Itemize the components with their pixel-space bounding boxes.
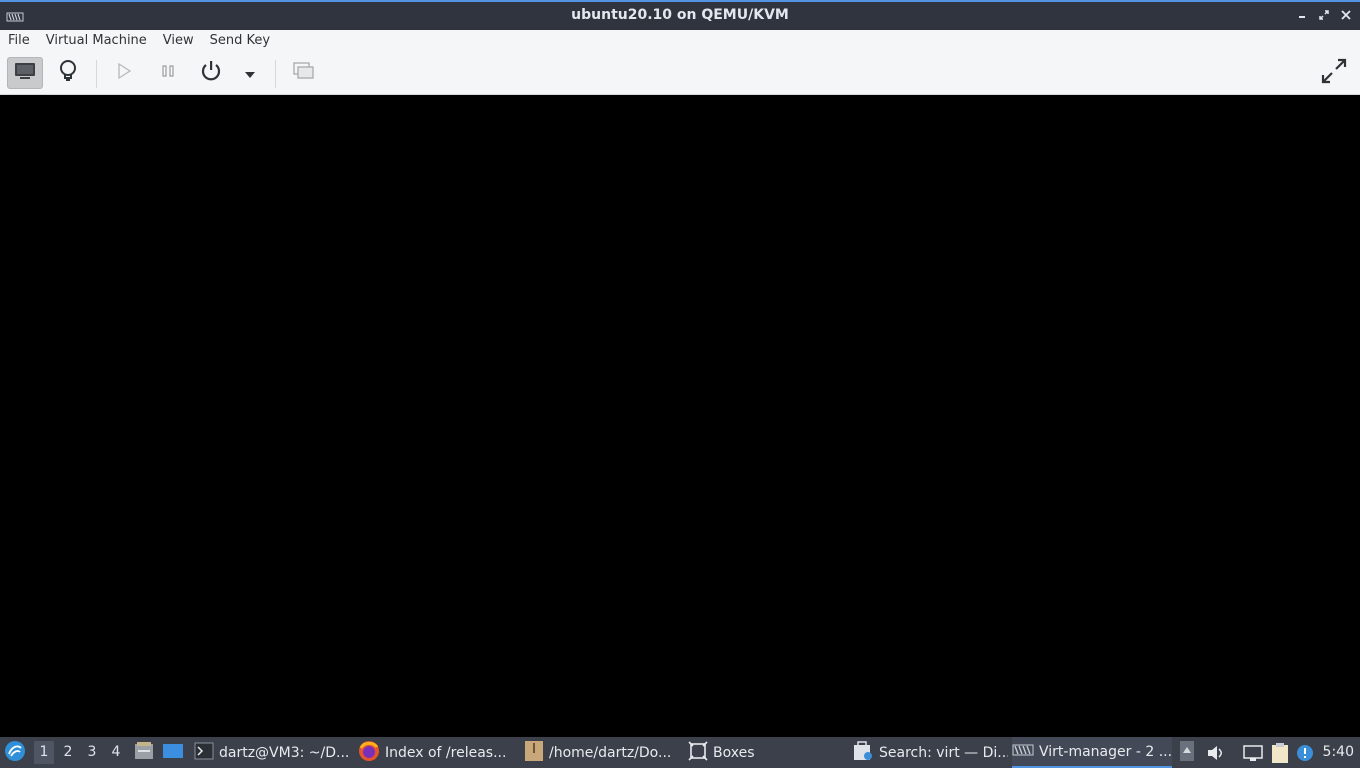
tray-arrow-icon: [1180, 740, 1194, 765]
network-icon[interactable]: [1242, 737, 1264, 768]
task-terminal[interactable]: dartz@VM3: ~/D...: [194, 737, 350, 768]
monitor-icon: [14, 62, 36, 84]
power-icon: [200, 60, 222, 86]
window-title: ubuntu20.10 on QEMU/KVM: [571, 7, 789, 23]
menu-virtual-machine[interactable]: Virtual Machine: [38, 30, 155, 52]
task-label: Search: virt — Di...: [879, 744, 1008, 761]
run-button[interactable]: [106, 57, 142, 89]
workspace-2[interactable]: 2: [58, 741, 78, 764]
task-label: dartz@VM3: ~/D...: [219, 744, 350, 761]
virt-manager-icon: [1012, 742, 1034, 762]
task-software-search[interactable]: Search: virt — Di...: [852, 737, 1008, 768]
show-desktop-button[interactable]: [162, 737, 184, 768]
lubuntu-logo-icon: [4, 740, 26, 766]
archive-icon: [524, 740, 544, 766]
boxes-icon: [688, 740, 708, 765]
menu-file[interactable]: File: [0, 30, 38, 52]
task-boxes[interactable]: Boxes: [688, 737, 768, 768]
task-firefox[interactable]: Index of /releas...: [358, 737, 516, 768]
task-label: Index of /releas...: [385, 744, 507, 761]
volume-icon[interactable]: [1206, 737, 1226, 768]
maximize-icon[interactable]: [1316, 7, 1332, 23]
update-notifier-icon[interactable]: [1296, 737, 1314, 768]
toolbar: [0, 52, 1360, 95]
tray-scroll-button[interactable]: [1180, 737, 1194, 768]
task-label: /home/dartz/Do...: [549, 744, 672, 761]
menubar: File Virtual Machine View Send Key: [0, 30, 1360, 52]
clock[interactable]: 5:40: [1323, 737, 1354, 768]
close-icon[interactable]: [1338, 7, 1354, 23]
pause-button[interactable]: [150, 57, 186, 89]
minimize-icon[interactable]: [1294, 7, 1310, 23]
vm-console-display[interactable]: [0, 95, 1360, 737]
lightbulb-icon: [58, 59, 78, 87]
console-view-button[interactable]: [7, 57, 43, 89]
taskbar: 1 2 3 4 dartz@VM3: ~/D... Index of /rele…: [0, 737, 1360, 768]
file-manager-icon: [134, 741, 154, 764]
task-virt-manager[interactable]: Virt-manager - 2 ...: [1012, 737, 1172, 768]
fullscreen-button[interactable]: [1316, 57, 1352, 89]
file-manager-launcher[interactable]: [134, 737, 154, 768]
window-titlebar[interactable]: ubuntu20.10 on QEMU/KVM: [0, 0, 1360, 30]
snapshots-icon: [293, 62, 315, 84]
details-view-button[interactable]: [50, 57, 86, 89]
task-label: Boxes: [713, 744, 755, 761]
menu-send-key[interactable]: Send Key: [202, 30, 278, 52]
fullscreen-icon: [1321, 58, 1347, 88]
workspace-3[interactable]: 3: [82, 741, 102, 764]
terminal-icon: [194, 742, 214, 764]
workspace-4[interactable]: 4: [106, 741, 126, 764]
workspace-1[interactable]: 1: [34, 741, 54, 764]
shutdown-button[interactable]: [193, 57, 229, 89]
clipboard-icon[interactable]: [1270, 737, 1290, 768]
firefox-icon: [358, 740, 380, 766]
shutdown-menu-button[interactable]: [232, 57, 268, 89]
task-archive[interactable]: /home/dartz/Do...: [524, 737, 680, 768]
app-menu-button[interactable]: [4, 737, 28, 768]
task-label: Virt-manager - 2 ...: [1039, 743, 1172, 760]
software-center-icon: [852, 740, 874, 766]
dropdown-arrow-icon: [244, 64, 256, 83]
pause-icon: [160, 63, 176, 83]
play-icon: [116, 62, 132, 84]
menu-view[interactable]: View: [155, 30, 202, 52]
snapshots-button[interactable]: [286, 57, 322, 89]
desktop-icon: [162, 742, 184, 764]
